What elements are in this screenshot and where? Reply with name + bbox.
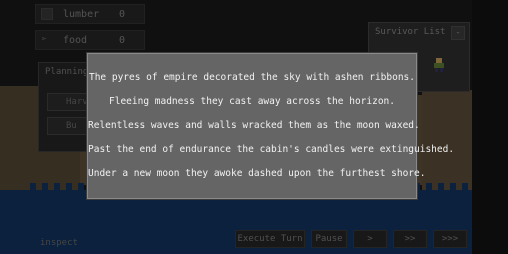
story-line: Relentless waves and walls wracked them … xyxy=(88,120,420,131)
story-line: Under a new moon they awoke dashed upon … xyxy=(88,168,426,179)
story-line: Past the end of endurance the cabin's ca… xyxy=(88,144,455,155)
story-line: The pyres of empire decorated the sky wi… xyxy=(88,72,415,83)
story-dialog[interactable]: The pyres of empire decorated the sky wi… xyxy=(87,53,455,199)
story-line: Fleeing madness they cast away across th… xyxy=(109,96,395,107)
